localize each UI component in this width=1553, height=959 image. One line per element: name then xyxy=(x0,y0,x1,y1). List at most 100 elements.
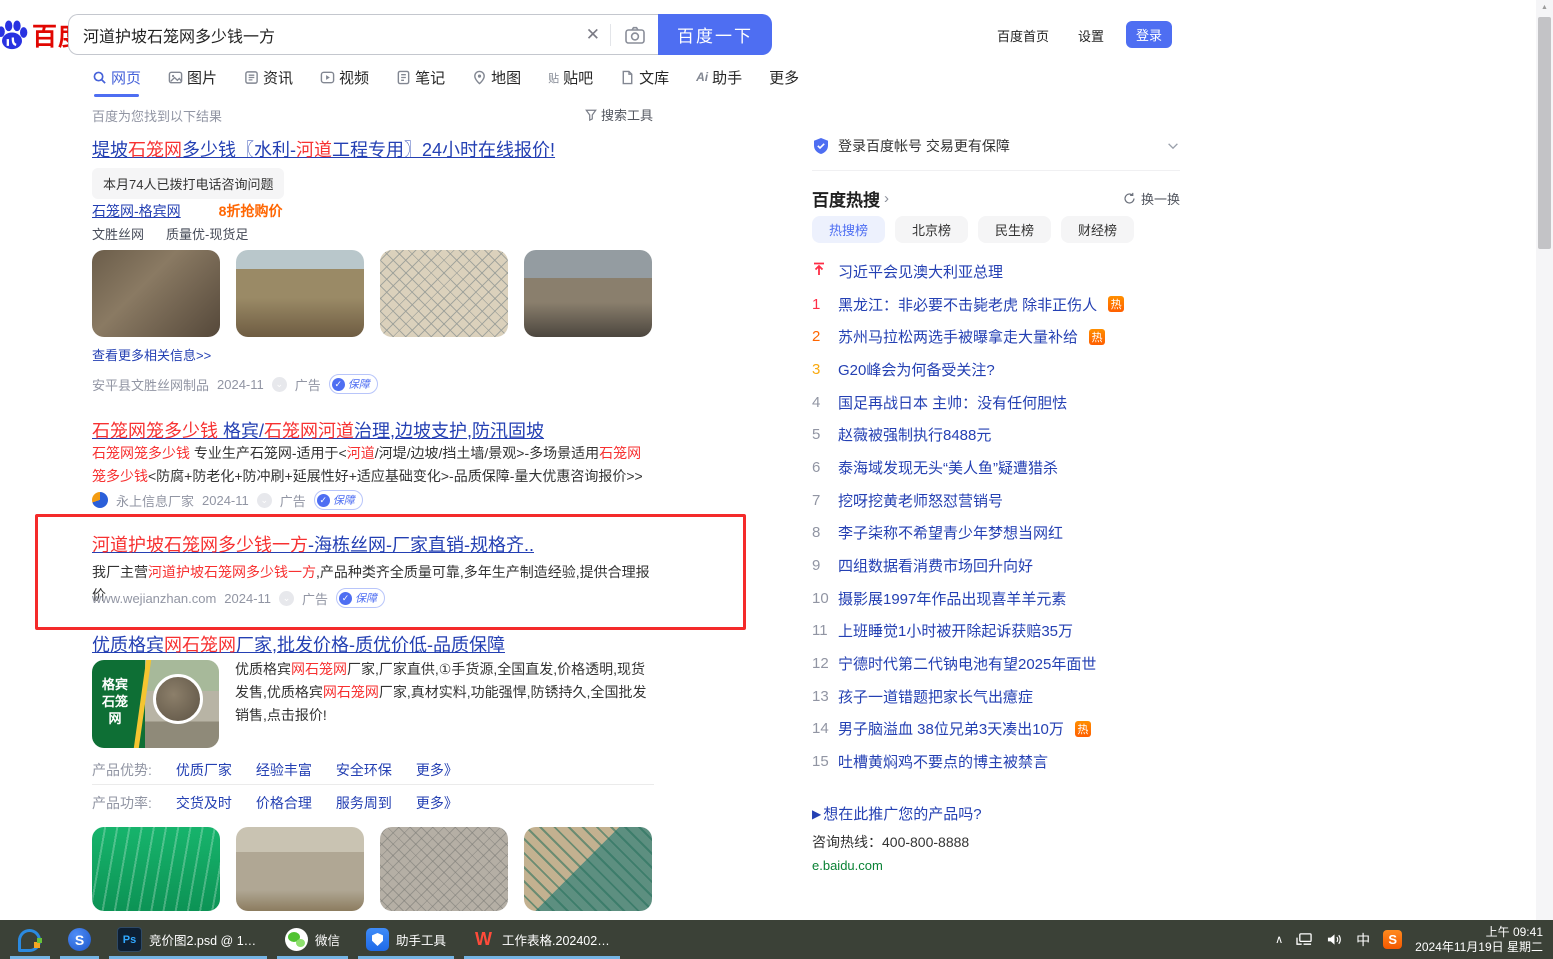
volume-icon[interactable] xyxy=(1326,932,1343,947)
result-thumbnail[interactable] xyxy=(380,827,508,911)
feature-link[interactable]: 交货及时 xyxy=(176,793,232,813)
hot-tab-beijing[interactable]: 北京榜 xyxy=(895,216,969,243)
tab-tieba[interactable]: 贴 贴吧 xyxy=(548,67,593,88)
input-language-indicator[interactable]: 中 xyxy=(1356,930,1370,950)
feedback-icon[interactable]: ⌄ xyxy=(279,590,295,606)
result-thumbnail[interactable] xyxy=(92,827,220,911)
result-title-2[interactable]: 石笼网笼多少钱 格宾/石笼网河道治理,边坡支护,防汛固坡 xyxy=(92,417,544,443)
feedback-icon[interactable]: ⌄ xyxy=(256,492,272,508)
hot-search-item[interactable]: 13 孩子一道错题把家长气出癔症 xyxy=(812,680,1187,713)
tab-label: 更多 xyxy=(769,69,800,87)
secure-badge[interactable]: ✓ 保障 xyxy=(313,490,363,510)
hot-tab-finance[interactable]: 财经榜 xyxy=(1061,216,1135,243)
feature-link[interactable]: 价格合理 xyxy=(256,793,312,813)
funnel-icon xyxy=(585,109,597,121)
site-favicon xyxy=(92,492,108,508)
hot-search-item[interactable]: 3 G20峰会为何备受关注? xyxy=(812,353,1187,386)
tab-wenku[interactable]: 文库 xyxy=(620,67,669,88)
hot-search-item[interactable]: 8 李子柒称不希望青少年梦想当网红 xyxy=(812,517,1187,550)
tab-more[interactable]: 更多 xyxy=(769,67,799,88)
hot-search-item[interactable]: 15 吐槽黄焖鸡不要点的博主被禁言 xyxy=(812,745,1187,778)
result-title-3[interactable]: 河道护坡石笼网多少钱一方-海栋丝网-厂家直销-规格齐.. xyxy=(92,531,534,557)
hot-search-title[interactable]: 百度热搜 xyxy=(812,186,880,211)
taskbar-wps-app[interactable]: W 工作表格.2024021... xyxy=(464,920,621,959)
baidu-home-link[interactable]: 百度首页 xyxy=(997,26,1049,45)
result-thumbnail[interactable] xyxy=(236,827,364,911)
secure-badge[interactable]: ✓ 保障 xyxy=(336,588,386,608)
tab-news[interactable]: 资讯 xyxy=(244,67,293,88)
advantage-link[interactable]: 经验丰富 xyxy=(256,760,312,780)
tab-notes[interactable]: 笔记 xyxy=(396,67,445,88)
tab-maps[interactable]: 地图 xyxy=(472,67,521,88)
taskbar-clock[interactable]: 上午 09:41 2024年11月19日 星期二 xyxy=(1415,925,1543,955)
taskbar-photoshop-app[interactable]: Ps 竞价图2.psd @ 10... xyxy=(109,920,267,959)
login-banner[interactable]: 登录百度帐号 交易更有保障 xyxy=(812,136,1180,156)
scrollbar[interactable]: ▲ xyxy=(1536,0,1553,921)
sitelink-gebinwang[interactable]: 石笼网-格宾网 xyxy=(92,201,181,221)
network-icon[interactable] xyxy=(1296,932,1313,947)
features-more-link[interactable]: 更多》 xyxy=(416,793,458,813)
hot-search-item[interactable]: 9 四组数据看消费市场回升向好 xyxy=(812,549,1187,582)
chevron-down-icon[interactable] xyxy=(1166,139,1180,153)
see-more-link[interactable]: 查看更多相关信息>> xyxy=(92,345,211,364)
hot-search-item[interactable]: 12 宁德时代第二代钠电池有望2025年面世 xyxy=(812,647,1187,680)
result4-thumbnail[interactable]: 格宾 石笼网 xyxy=(92,660,219,748)
tab-images[interactable]: 图片 xyxy=(168,67,217,88)
secure-badge[interactable]: ✓ 保障 xyxy=(328,374,378,394)
hot-search-item[interactable]: 11 上班睡觉1小时被开除起诉获赔35万 xyxy=(812,615,1187,648)
hot-search-item[interactable]: 5 赵薇被强制执行8488元 xyxy=(812,418,1187,451)
result-thumbnail[interactable] xyxy=(380,250,508,337)
result-thumbnail[interactable] xyxy=(92,250,220,337)
ad-label: 广告 xyxy=(302,591,329,607)
search-button[interactable]: 百度一下 xyxy=(658,14,772,55)
search-tools-button[interactable]: 搜索工具 xyxy=(585,105,653,124)
result-title-1[interactable]: 堤坡石笼网多少钱〖水利-河道工程专用〗24小时在线报价! xyxy=(92,136,555,162)
hot-search-item[interactable]: 10 摄影展1997年作品出现喜羊羊元素 xyxy=(812,582,1187,615)
chevron-right-icon[interactable]: › xyxy=(884,190,889,207)
promotion-url[interactable]: e.baidu.com xyxy=(812,858,982,873)
source-name: 安平县文胜丝网制品 xyxy=(92,377,210,393)
feedback-icon[interactable]: ⌄ xyxy=(271,376,287,392)
taskbar-sogou-app[interactable]: S xyxy=(60,920,99,959)
settings-link[interactable]: 设置 xyxy=(1078,26,1104,45)
taskbar-assistant-app[interactable]: 助手工具 xyxy=(358,920,455,959)
sogou-tray-icon[interactable]: S xyxy=(1383,930,1403,949)
taskbar-browser-app[interactable] xyxy=(10,920,50,959)
result-thumbnail[interactable] xyxy=(524,827,652,911)
search-input[interactable] xyxy=(69,16,576,53)
hot-search-item[interactable]: 4 国足再战日本 主帅：没有任何胆怯 xyxy=(812,386,1187,419)
tab-assistant[interactable]: Ai 助手 xyxy=(696,67,742,88)
tab-video[interactable]: 视频 xyxy=(320,67,369,88)
result-title-4[interactable]: 优质格宾网石笼网厂家,批发价格-质优价低-品质保障 xyxy=(92,631,505,657)
camera-search-icon[interactable] xyxy=(611,26,659,44)
clock-time: 上午 09:41 xyxy=(1485,924,1543,939)
tab-web[interactable]: 网页 xyxy=(92,67,141,97)
feature-link[interactable]: 服务周到 xyxy=(336,793,392,813)
hot-item-text: 上班睡觉1小时被开除起诉获赔35万 xyxy=(838,623,1074,641)
hot-search-item[interactable]: 14 男子脑溢血 38位兄弟3天凑出10万 热 xyxy=(812,713,1187,746)
scrollbar-up-arrow[interactable]: ▲ xyxy=(1536,4,1553,11)
advantage-link[interactable]: 安全环保 xyxy=(336,760,392,780)
advantages-more-link[interactable]: 更多》 xyxy=(416,760,458,780)
scrollbar-thumb[interactable] xyxy=(1538,17,1551,249)
hot-search-item[interactable]: 2 苏州马拉松两选手被曝拿走大量补给 热 xyxy=(812,320,1187,353)
refresh-button[interactable]: 换一换 xyxy=(1123,189,1180,208)
hot-tab-trending[interactable]: 热搜榜 xyxy=(812,216,886,243)
hot-search-item[interactable]: 6 泰海域发现无头“美人鱼”疑遭猎杀 xyxy=(812,451,1187,484)
promotion-block: ▶ 想在此推广您的产品吗? 咨询热线：400-800-8888 e.baidu.… xyxy=(812,803,982,873)
tray-expand-icon[interactable]: ∧ xyxy=(1275,933,1283,946)
search-box[interactable]: ✕ xyxy=(68,14,659,55)
wps-icon: W xyxy=(475,929,493,949)
hot-search-item[interactable]: 7 挖呀挖黄老师怒怼营销号 xyxy=(812,484,1187,517)
result-thumbnail[interactable] xyxy=(236,250,364,337)
promotion-link[interactable]: ▶ 想在此推广您的产品吗? xyxy=(812,803,982,824)
taskbar-wechat-app[interactable]: 微信 xyxy=(277,920,349,959)
hot-item-text: 孩子一道错题把家长气出癔症 xyxy=(838,688,1034,706)
hot-search-item[interactable]: 1 黑龙江：非必要不击毙老虎 除非正伤人 热 xyxy=(812,288,1187,321)
hot-tab-livelihood[interactable]: 民生榜 xyxy=(978,216,1052,243)
hot-search-item[interactable]: 习近平会见澳大利亚总理 xyxy=(812,255,1187,288)
advantage-link[interactable]: 优质厂家 xyxy=(176,760,232,780)
result-thumbnail[interactable] xyxy=(524,250,652,337)
login-button[interactable]: 登录 xyxy=(1126,21,1172,48)
clear-search-icon[interactable]: ✕ xyxy=(576,25,610,45)
